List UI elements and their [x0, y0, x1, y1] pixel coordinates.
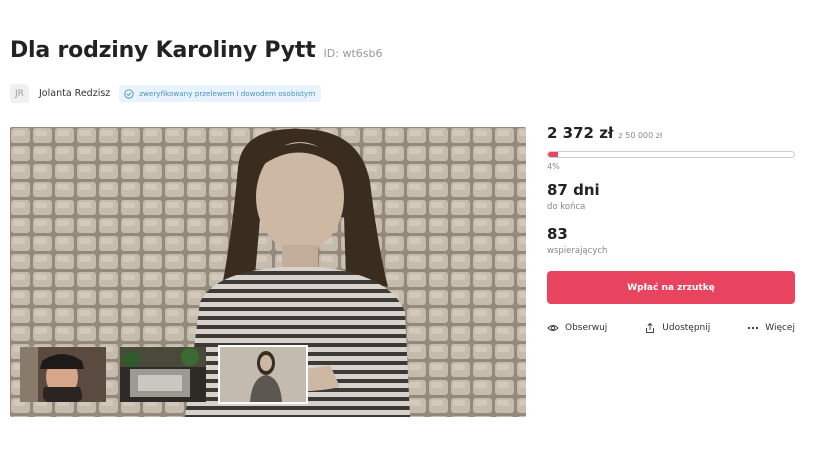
- progress-fill: [548, 152, 558, 157]
- thumbnail-1[interactable]: [20, 347, 106, 402]
- eye-icon: [547, 322, 559, 334]
- author-row: JR Jolanta Redzisz zweryfikowany przelew…: [10, 84, 322, 103]
- more-button[interactable]: Więcej: [747, 322, 795, 334]
- progress-percent: 4%: [547, 162, 560, 171]
- title-row: Dla rodziny Karoliny Pytt ID: wt6sb6: [10, 38, 382, 63]
- raised-amount: 2 372 zł: [547, 124, 614, 142]
- thumbnail-2[interactable]: [120, 347, 206, 402]
- days-value: 87 dni: [547, 181, 600, 199]
- campaign-id: ID: wt6sb6: [323, 47, 383, 60]
- more-label: Więcej: [765, 323, 795, 333]
- supporters-value: 83: [547, 225, 568, 243]
- campaign-sidebar: 2 372 zł z 50 000 zł 4% 87 dni do końca …: [547, 124, 795, 333]
- avatar[interactable]: JR: [10, 84, 29, 103]
- share-icon: [644, 322, 656, 334]
- verified-badge: zweryfikowany przelewem i dowodem osobis…: [119, 85, 322, 102]
- supporters-label: wspierających: [547, 246, 608, 256]
- observe-button[interactable]: Obserwuj: [547, 322, 607, 334]
- raised-row: 2 372 zł z 50 000 zł: [547, 124, 795, 142]
- observe-label: Obserwuj: [565, 323, 608, 333]
- progress-bar: [547, 151, 795, 158]
- goal-amount: z 50 000 zł: [618, 131, 663, 140]
- check-circle-icon: [124, 88, 134, 99]
- thumbnail-strip: [20, 345, 320, 404]
- share-label: Udostępnij: [662, 323, 711, 333]
- share-button[interactable]: Udostępnij: [644, 322, 710, 334]
- verified-text: zweryfikowany przelewem i dowodem osobis…: [139, 89, 316, 98]
- author-name[interactable]: Jolanta Redzisz: [39, 88, 110, 99]
- thumbnail-3[interactable]: [218, 345, 308, 404]
- pay-button[interactable]: Wpłać na zrzutkę: [547, 271, 795, 304]
- days-left: 87 dni do końca: [547, 181, 600, 212]
- supporters: 83 wspierających: [547, 225, 607, 256]
- days-label: do końca: [547, 202, 586, 212]
- page-title: Dla rodziny Karoliny Pytt: [10, 38, 316, 63]
- more-dots-icon: [747, 322, 759, 334]
- action-row: Obserwuj Udostępnij Więcej: [547, 322, 795, 334]
